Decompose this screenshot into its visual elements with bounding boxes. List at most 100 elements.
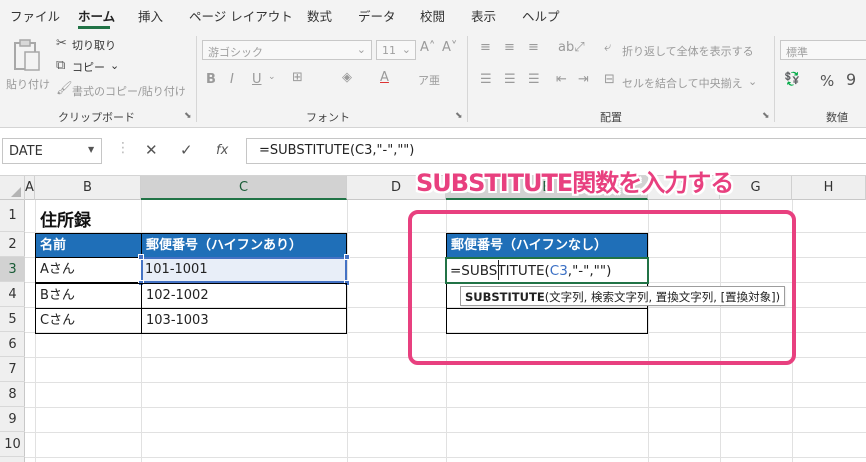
cancel-icon[interactable]: ✕ — [145, 141, 158, 159]
table-cell-postal[interactable]: 101-1001 — [141, 257, 347, 283]
font-group-label: フォント — [306, 111, 350, 124]
align-right-icon[interactable]: ☰ — [528, 72, 540, 87]
tab-review[interactable]: 校閲 — [420, 6, 445, 25]
font-grow-icon[interactable]: A˄ — [420, 40, 435, 55]
font-launcher-icon[interactable]: ⬊ — [455, 111, 463, 121]
merge-center-label: セルを結合して中央揃え — [622, 77, 743, 90]
row-header-3[interactable]: 3 — [0, 257, 25, 282]
ribbon: 貼り付け ✂ 切り取り ⧉ コピー ⌄ 🖌 書式のコピー/貼り付け クリップボー… — [0, 30, 866, 128]
clipboard-group-label: クリップボード — [58, 111, 135, 124]
gridline — [347, 200, 348, 462]
comma-icon[interactable]: 9 — [846, 70, 856, 89]
column-header-a[interactable]: A — [25, 176, 35, 200]
tab-home[interactable]: ホーム — [78, 6, 115, 25]
selection-handle[interactable] — [344, 254, 350, 260]
selection-handle[interactable] — [138, 254, 144, 260]
tab-page-layout[interactable]: ページ レイアウト — [189, 6, 293, 25]
chevron-down-icon[interactable]: ⌄ — [268, 72, 276, 82]
sheet-title: 住所録 — [40, 211, 91, 231]
align-left-icon[interactable]: ☰ — [480, 72, 492, 87]
gridline — [25, 432, 866, 433]
cut-button[interactable]: ✂ 切り取り — [56, 36, 126, 54]
underline-icon[interactable]: U — [252, 72, 262, 87]
clipboard-icon — [14, 39, 40, 71]
orientation-icon[interactable]: ab⤢ — [558, 40, 585, 55]
table-cell-name[interactable]: Aさん — [35, 257, 142, 283]
paste-button[interactable]: 貼り付け — [4, 36, 50, 96]
font-name-value: 游ゴシック — [208, 46, 263, 59]
annotation-highlight-box — [408, 210, 796, 365]
name-box[interactable]: DATE — [2, 138, 102, 164]
table-cell-name[interactable]: Bさん — [35, 283, 142, 309]
row-header-5[interactable]: 5 — [0, 307, 25, 332]
tab-help[interactable]: ヘルプ — [522, 6, 560, 25]
fill-color-icon[interactable]: ◈ — [342, 70, 352, 85]
gridline — [25, 457, 866, 458]
table-cell-name[interactable]: Cさん — [35, 308, 142, 334]
divider — [196, 36, 197, 122]
align-top-icon[interactable]: ≡ — [480, 40, 491, 55]
row-header-10[interactable]: 10 — [0, 432, 25, 457]
column-header-b[interactable]: B — [35, 176, 141, 200]
decrease-indent-icon[interactable]: ⇤ — [556, 72, 567, 87]
row-header-6[interactable]: 6 — [0, 332, 25, 357]
number-format-box[interactable]: 標準 — [780, 40, 866, 60]
gridline — [25, 382, 866, 383]
alignment-launcher-icon[interactable]: ⬊ — [762, 111, 770, 121]
align-bottom-icon[interactable]: ≡ — [528, 40, 539, 55]
table-header-postal-with-hyphen[interactable]: 郵便番号（ハイフンあり） — [141, 233, 347, 258]
border-icon[interactable]: ⊞ — [292, 70, 303, 85]
clipboard-launcher-icon[interactable]: ⬊ — [184, 111, 192, 121]
tab-data[interactable]: データ — [358, 6, 396, 25]
accounting-format-icon[interactable]: 💱 — [784, 72, 800, 87]
row-header-4[interactable]: 4 — [0, 282, 25, 307]
alignment-group-label: 配置 — [600, 111, 622, 124]
cut-label: 切り取り — [72, 39, 116, 52]
paintbrush-icon: 🖌 — [56, 81, 73, 96]
tab-formulas[interactable]: 数式 — [307, 6, 332, 25]
chevron-down-icon: ⌄ — [356, 43, 366, 56]
copy-button[interactable]: ⧉ コピー ⌄ — [56, 58, 136, 76]
font-shrink-icon[interactable]: A˅ — [442, 40, 457, 55]
formula-text: =SUBSTITUTE(C3,"-","") — [259, 143, 415, 158]
select-all-corner[interactable] — [0, 176, 25, 200]
row-header-7[interactable]: 7 — [0, 357, 25, 382]
insert-function-icon[interactable]: fx — [216, 143, 228, 158]
enter-icon[interactable]: ✓ — [180, 141, 193, 159]
divider — [467, 36, 468, 122]
phonetic-icon[interactable]: ア亜 — [418, 72, 440, 88]
tab-view[interactable]: 表示 — [471, 6, 496, 25]
bold-icon[interactable]: B — [206, 72, 216, 87]
column-header-c[interactable]: C — [141, 176, 347, 200]
italic-icon[interactable]: I — [230, 72, 234, 87]
format-painter-label: 書式のコピー/貼り付け — [72, 85, 186, 98]
row-header-8[interactable]: 8 — [0, 382, 25, 407]
font-color-icon[interactable]: A — [380, 70, 389, 85]
chevron-down-icon[interactable]: ▼ — [88, 145, 94, 154]
number-format-value: 標準 — [786, 46, 808, 59]
align-center-icon[interactable]: ☰ — [504, 72, 516, 87]
row-header-1[interactable]: 1 — [0, 200, 25, 232]
column-header-h[interactable]: H — [792, 176, 866, 200]
divider: ⋮ — [116, 140, 130, 156]
tab-file[interactable]: ファイル — [10, 6, 60, 25]
tab-insert[interactable]: 挿入 — [138, 6, 163, 25]
paste-label: 貼り付け — [6, 78, 50, 91]
table-header-name[interactable]: 名前 — [35, 233, 142, 258]
formula-input[interactable]: =SUBSTITUTE(C3,"-","") — [246, 138, 866, 164]
table-cell-postal[interactable]: 103-1003 — [141, 308, 347, 334]
font-name-box[interactable]: 游ゴシック ⌄ — [202, 40, 372, 60]
increase-indent-icon[interactable]: ⇥ — [578, 72, 589, 87]
row-header-9[interactable]: 9 — [0, 407, 25, 432]
align-middle-icon[interactable]: ≡ — [504, 40, 515, 55]
wrap-text-icon: ⤶ — [604, 40, 612, 55]
row-header-2[interactable]: 2 — [0, 232, 25, 257]
annotation-label: SUBSTITUTE関数を入力する — [416, 169, 734, 197]
menu-bar: ファイル ホーム 挿入 ページ レイアウト 数式 データ 校閲 表示 ヘルプ — [0, 0, 866, 30]
table-cell-postal[interactable]: 102-1002 — [141, 283, 347, 309]
font-size-box[interactable]: 11 ⌄ — [376, 40, 416, 60]
format-painter-button[interactable]: 🖌 書式のコピー/貼り付け — [56, 81, 186, 99]
wrap-text-button[interactable]: ⤶ 折り返して全体を表示する — [604, 40, 764, 60]
merge-center-button[interactable]: ⊟ セルを結合して中央揃え ⌄ — [604, 72, 774, 92]
percent-icon[interactable]: % — [820, 72, 834, 90]
